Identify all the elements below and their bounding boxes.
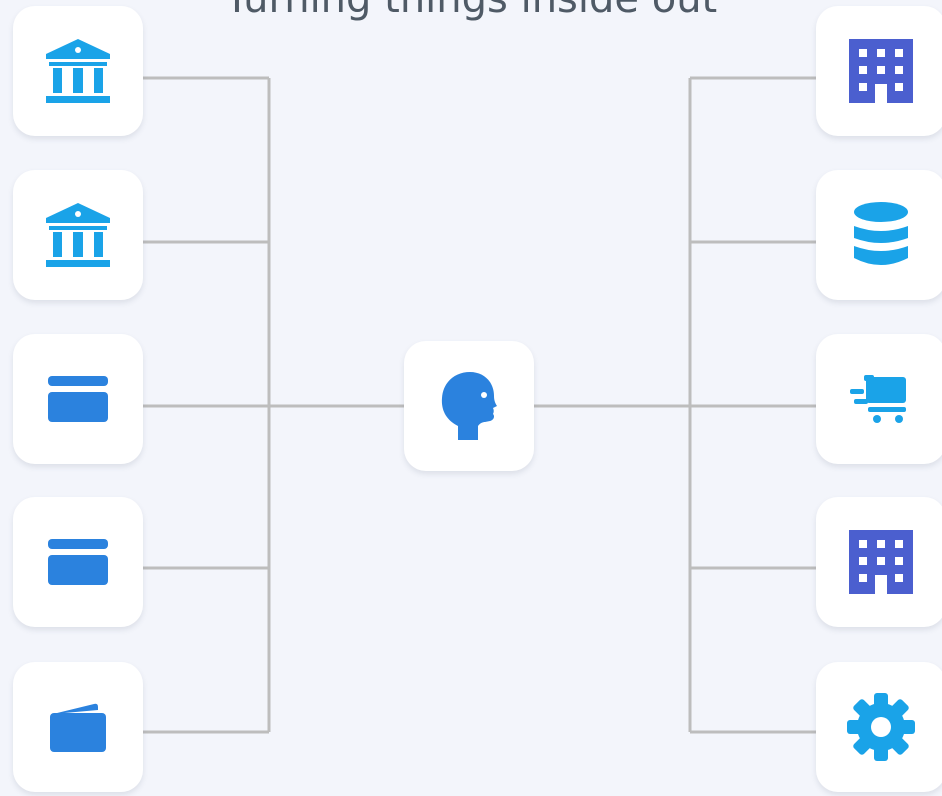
left-node-card-2 [13, 497, 143, 627]
center-node-person [404, 341, 534, 471]
left-node-wallet [13, 662, 143, 792]
right-node-building-2 [816, 497, 942, 627]
office-building-icon [849, 530, 913, 594]
gear-icon [847, 693, 915, 761]
credit-card-icon [48, 539, 108, 585]
person-head-icon [441, 372, 497, 440]
left-node-card-1 [13, 334, 143, 464]
fast-cart-icon [850, 375, 906, 423]
database-icon [854, 202, 908, 265]
right-node-building-1 [816, 6, 942, 136]
office-building-icon [849, 39, 913, 103]
right-node-cart [816, 334, 942, 464]
left-node-bank-2 [13, 170, 143, 300]
credit-card-icon [48, 376, 108, 422]
left-node-bank-1 [13, 6, 143, 136]
bank-icon [46, 203, 110, 267]
wallet-icon [50, 703, 106, 752]
right-node-gear [816, 662, 942, 792]
right-node-database [816, 170, 942, 300]
bank-icon [46, 39, 110, 103]
